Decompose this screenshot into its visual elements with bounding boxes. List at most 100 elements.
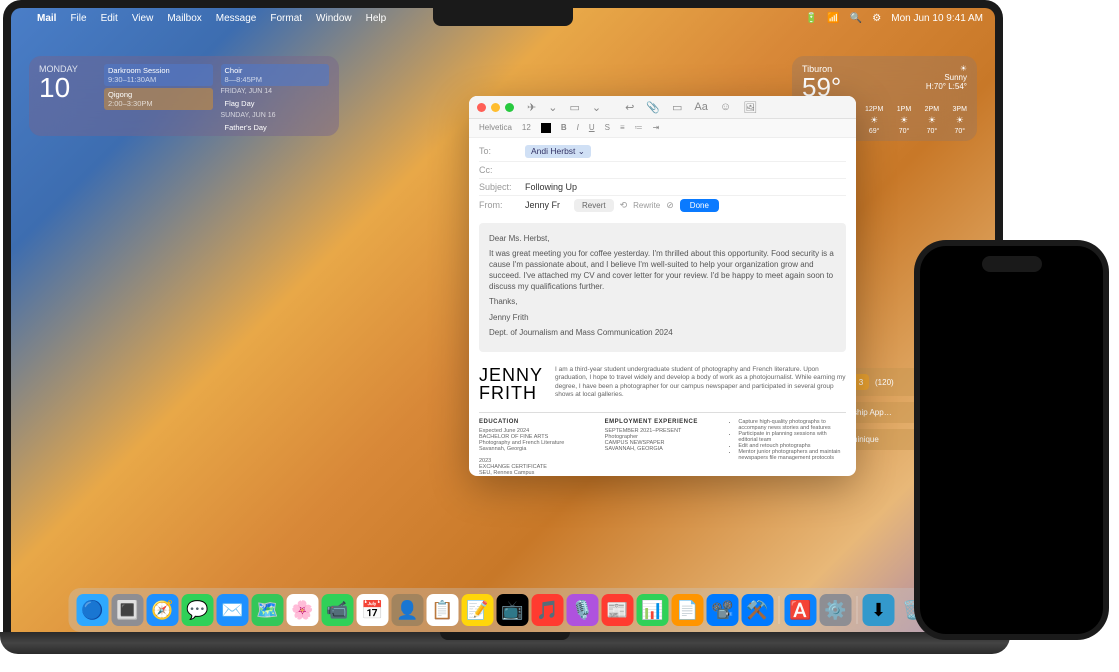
weather-hour: 1PM☀70° xyxy=(897,106,911,135)
header-fields-icon[interactable]: ▭ xyxy=(569,101,579,114)
dock-appstore-icon[interactable]: 🅰️ xyxy=(785,594,817,626)
datetime[interactable]: Mon Jun 10 9:41 AM xyxy=(891,13,983,24)
iphone-screen xyxy=(920,246,1103,634)
dock-facetime-icon[interactable]: 📹 xyxy=(322,594,354,626)
menu-mailbox[interactable]: Mailbox xyxy=(167,13,201,24)
close-button[interactable] xyxy=(477,103,486,112)
app-name[interactable]: Mail xyxy=(37,13,56,24)
dock-reminders-icon[interactable]: 📋 xyxy=(427,594,459,626)
dock-xcode-icon[interactable]: ⚒️ xyxy=(742,594,774,626)
reply-icon[interactable]: ↩︎ xyxy=(625,101,634,114)
chevron-down-icon[interactable]: ⌄ xyxy=(592,101,601,114)
dock-maps-icon[interactable]: 🗺️ xyxy=(252,594,284,626)
calendar-event[interactable]: Father's Day xyxy=(221,121,330,134)
calendar-day-number: 10 xyxy=(39,74,94,102)
dock-music-icon[interactable]: 🎵 xyxy=(532,594,564,626)
font-select[interactable]: Helvetica xyxy=(479,123,512,132)
minimize-button[interactable] xyxy=(491,103,500,112)
color-swatch[interactable] xyxy=(541,123,551,133)
dock-safari-icon[interactable]: 🧭 xyxy=(147,594,179,626)
done-button[interactable]: Done xyxy=(680,199,719,212)
dock-separator xyxy=(779,596,780,624)
dock-mail-icon[interactable]: ✉️ xyxy=(217,594,249,626)
dock: 🔵🔳🧭💬✉️🗺️🌸📹📅👤📋📝📺🎵🎙️📰📊📄📽️⚒️🅰️⚙️⬇🗑️ xyxy=(69,588,938,632)
send-icon[interactable]: ✈︎ xyxy=(527,101,536,114)
resume-name-line1: JENNY xyxy=(479,366,543,384)
compose-titlebar[interactable]: ✈︎ ⌄ ▭ ⌄ ↩︎ 📎 ▭ Aa ☺ 🖼 xyxy=(469,96,856,119)
menu-message[interactable]: Message xyxy=(216,13,257,24)
education-line: SEU, Rennes Campus xyxy=(479,470,595,476)
from-value[interactable]: Jenny Fr xyxy=(525,200,560,210)
body-signature-name: Jenny Frith xyxy=(489,312,836,323)
format-bar: Helvetica 12 B I U S ≡ ≔ ⇥ xyxy=(469,119,856,137)
laptop-notch xyxy=(433,8,573,26)
indent-icon[interactable]: ⇥ xyxy=(653,123,660,132)
control-center-icon[interactable]: ⚙ xyxy=(872,13,881,24)
bold-button[interactable]: B xyxy=(561,123,567,132)
attachment-icon[interactable]: 📎 xyxy=(646,101,660,114)
dock-pages-icon[interactable]: 📄 xyxy=(672,594,704,626)
menu-window[interactable]: Window xyxy=(316,13,352,24)
dock-contacts-icon[interactable]: 👤 xyxy=(392,594,424,626)
subject-label: Subject: xyxy=(479,182,517,192)
menu-edit[interactable]: Edit xyxy=(101,13,118,24)
dock-downloads-icon[interactable]: ⬇ xyxy=(863,594,895,626)
wifi-icon[interactable]: 📶 xyxy=(827,13,839,24)
dock-notes-icon[interactable]: 📝 xyxy=(462,594,494,626)
education-heading: EDUCATION xyxy=(479,419,595,425)
calendar-event[interactable]: Flag Day xyxy=(221,97,330,110)
employment-line: SAVANNAH, GEORGIA xyxy=(605,446,721,452)
align-icon[interactable]: ≡ xyxy=(620,123,625,132)
font-icon[interactable]: Aa xyxy=(694,101,707,113)
app-suggestion-label: ship App… xyxy=(853,408,892,417)
calendar-widget[interactable]: MONDAY 10 Darkroom Session9:30–11:30AMQi… xyxy=(29,56,339,136)
dock-messages-icon[interactable]: 💬 xyxy=(182,594,214,626)
menu-format[interactable]: Format xyxy=(270,13,302,24)
cc-label: Cc: xyxy=(479,165,517,175)
font-size[interactable]: 12 xyxy=(522,123,531,132)
dock-tv-icon[interactable]: 📺 xyxy=(497,594,529,626)
underline-button[interactable]: U xyxy=(589,123,595,132)
strike-button[interactable]: S xyxy=(605,123,610,132)
menu-file[interactable]: File xyxy=(70,13,86,24)
rewrite-icon[interactable]: ⊘ xyxy=(666,200,674,211)
dock-settings-icon[interactable]: ⚙️ xyxy=(820,594,852,626)
revert-icon[interactable]: ⟲ xyxy=(620,200,628,211)
dock-photos-icon[interactable]: 🌸 xyxy=(287,594,319,626)
body-main: It was great meeting you for coffee yest… xyxy=(489,248,836,293)
revert-button[interactable]: Revert xyxy=(574,199,614,212)
calendar-event[interactable]: Darkroom Session9:30–11:30AM xyxy=(104,64,213,86)
dock-launchpad-icon[interactable]: 🔳 xyxy=(112,594,144,626)
dock-podcasts-icon[interactable]: 🎙️ xyxy=(567,594,599,626)
employment-heading: EMPLOYMENT EXPERIENCE xyxy=(605,419,721,425)
to-recipient-pill[interactable]: Andi Herbst ⌄ xyxy=(525,145,591,158)
compose-body[interactable]: Dear Ms. Herbst, It was great meeting yo… xyxy=(479,223,846,353)
search-icon[interactable]: 🔍 xyxy=(850,13,862,24)
dock-separator xyxy=(857,596,858,624)
emoji-icon[interactable]: ☺ xyxy=(720,101,731,113)
resume-attachment[interactable]: JENNY FRITH I am a third-year student un… xyxy=(479,356,846,412)
italic-button[interactable]: I xyxy=(577,123,579,132)
calendar-event[interactable]: Choir8—8:45PM xyxy=(221,64,330,86)
dock-news-icon[interactable]: 📰 xyxy=(602,594,634,626)
resume-bio: I am a third-year student undergraduate … xyxy=(555,366,846,402)
chevron-down-icon[interactable]: ⌄ xyxy=(548,101,557,114)
dock-calendar-icon[interactable]: 📅 xyxy=(357,594,389,626)
dock-numbers-icon[interactable]: 📊 xyxy=(637,594,669,626)
battery-icon[interactable]: 🔋 xyxy=(805,13,817,24)
list-icon[interactable]: ≔ xyxy=(635,123,643,132)
dock-finder-icon[interactable]: 🔵 xyxy=(77,594,109,626)
zoom-button[interactable] xyxy=(505,103,514,112)
weather-sun-icon: ☀ xyxy=(926,64,967,73)
format-icon[interactable]: ▭ xyxy=(672,101,682,114)
body-signoff: Thanks, xyxy=(489,296,836,307)
menu-view[interactable]: View xyxy=(132,13,154,24)
menu-help[interactable]: Help xyxy=(366,13,387,24)
dock-keynote-icon[interactable]: 📽️ xyxy=(707,594,739,626)
photo-icon[interactable]: 🖼 xyxy=(743,101,757,114)
laptop-base xyxy=(0,632,1010,654)
subject-field[interactable]: Following Up xyxy=(525,182,577,192)
body-signature-dept: Dept. of Journalism and Mass Communicati… xyxy=(489,327,836,338)
rewrite-label: Rewrite xyxy=(633,201,660,210)
calendar-event[interactable]: Qigong2:00–3:30PM xyxy=(104,88,213,110)
